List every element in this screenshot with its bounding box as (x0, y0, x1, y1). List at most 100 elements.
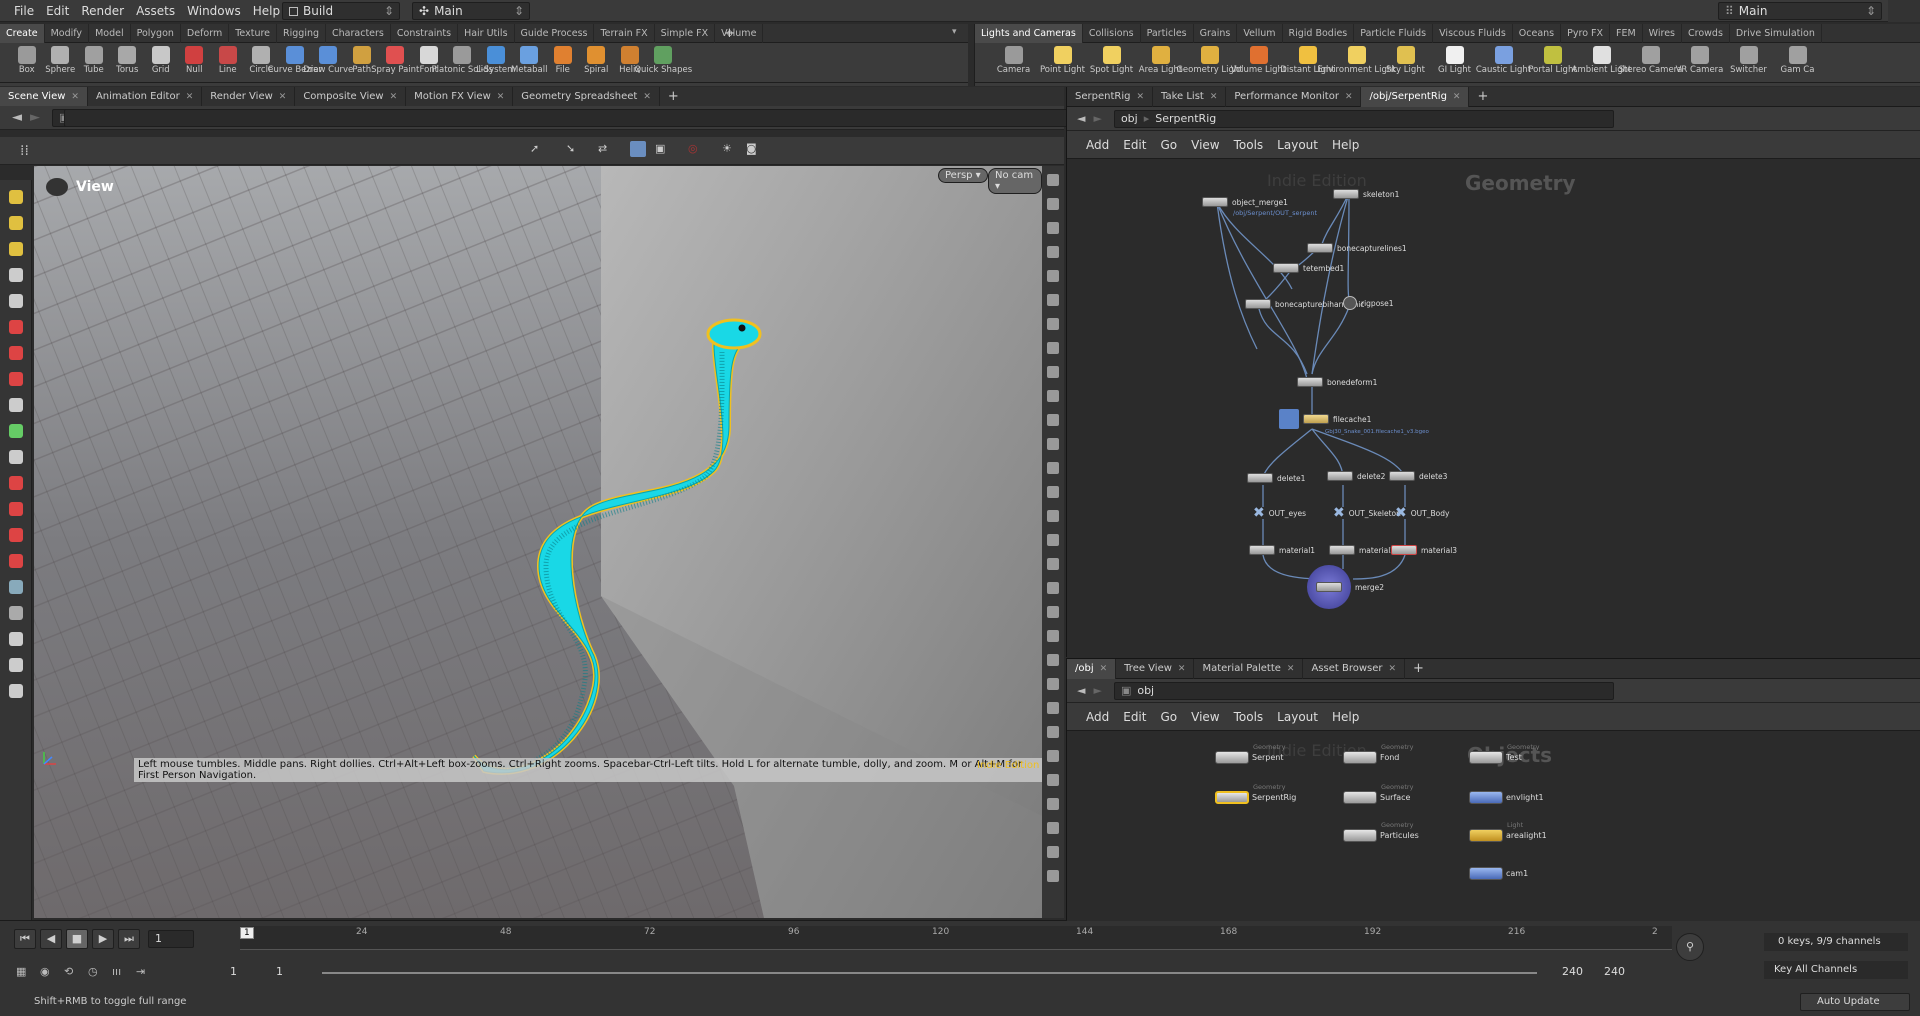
shelf-tab-13[interactable]: Drive Simulation (1730, 23, 1822, 43)
pane-tab-2[interactable]: Performance Monitor ✕ (1226, 86, 1362, 107)
tool-icon[interactable] (9, 554, 23, 568)
desktop-dropdown[interactable]: Build ⇕ (282, 2, 400, 20)
tool-icon[interactable] (9, 658, 23, 672)
pane-tab-1[interactable]: Animation Editor ✕ (88, 86, 203, 107)
shelf-tab-6[interactable]: Rigging (277, 23, 327, 43)
shelf-tab-9[interactable]: Pyro FX (1561, 23, 1610, 43)
display-option-icon[interactable] (1047, 414, 1059, 426)
node-tetembed1[interactable]: tetembed1 (1273, 263, 1344, 273)
shelf-tab-2[interactable]: Model (89, 23, 131, 43)
tool-icon[interactable] (9, 268, 23, 282)
object-node-particules[interactable]: Particules Geometry (1343, 821, 1419, 842)
tool-file[interactable]: File (546, 43, 580, 83)
tool-quick-shapes[interactable]: Quick Shapes (634, 43, 692, 83)
pane-tab-0[interactable]: SerpentRig ✕ (1067, 86, 1153, 107)
close-tab-icon[interactable]: ✕ (497, 87, 505, 107)
display-option-icon[interactable] (1047, 726, 1059, 738)
shelf-tab-7[interactable]: Characters (326, 23, 391, 43)
node-delete2[interactable]: delete2 (1327, 471, 1385, 481)
pane-tab-0[interactable]: /obj ✕ (1067, 658, 1117, 679)
context-dropdown[interactable]: ✣ Main ⇕ (412, 2, 530, 20)
object-node-arealight1[interactable]: arealight1 Light (1469, 821, 1547, 842)
tool-spray-paint[interactable]: Spray Paint (371, 43, 419, 83)
network-top-path[interactable]: obj ▸ SerpentRig (1113, 109, 1614, 128)
menu-view[interactable]: View (1184, 705, 1226, 729)
network-canvas[interactable]: Indie Edition Geometry object_merge1 /ob… (1067, 159, 1920, 657)
audio-icon[interactable]: ◉ (40, 965, 58, 978)
tool-helix[interactable]: Helix (613, 43, 647, 83)
shelf-tab-9[interactable]: Hair Utils (458, 23, 515, 43)
stop-icon[interactable]: ■ (66, 929, 88, 949)
shelf-add-tab-icon[interactable]: + (724, 26, 735, 41)
shelf-tab-3[interactable]: Polygon (131, 23, 181, 43)
tool-caustic-light[interactable]: Caustic Light (1476, 43, 1531, 83)
display-option-icon[interactable] (1047, 318, 1059, 330)
persp-menu[interactable]: Persp ▾ (938, 168, 988, 183)
pane-tab-5[interactable]: Geometry Spreadsheet ✕ (513, 86, 660, 107)
cam-menu[interactable]: No cam ▾ (988, 168, 1042, 194)
display-option-icon[interactable] (1047, 582, 1059, 594)
back-arrow-icon[interactable]: ◄ (1077, 684, 1085, 697)
first-frame-icon[interactable]: ⏮ (14, 929, 36, 949)
shelf-tab-0[interactable]: Lights and Cameras (975, 23, 1083, 43)
close-tab-icon[interactable]: ✕ (1210, 87, 1218, 107)
shelf-tab-10[interactable]: Guide Process (515, 23, 595, 43)
tool-icon[interactable] (9, 294, 23, 308)
display-option-icon[interactable] (1047, 774, 1059, 786)
node-out-skeleton[interactable]: ✖ OUT_Skeleton (1333, 505, 1401, 521)
range-end-2[interactable]: 240 (1589, 965, 1625, 978)
node-skeleton1[interactable]: skeleton1 (1333, 189, 1399, 199)
tool-stereo-camera[interactable]: Stereo Camera (1619, 43, 1682, 83)
shelf-tab-11[interactable]: Wires (1643, 23, 1682, 43)
menu-tools[interactable]: Tools (1227, 705, 1271, 729)
pane-tab-0[interactable]: Scene View ✕ (0, 86, 88, 107)
menu-go[interactable]: Go (1153, 705, 1184, 729)
select-icon[interactable]: ➚ (530, 142, 539, 155)
tool-box[interactable]: Box (10, 43, 44, 83)
display-option-icon[interactable] (1047, 198, 1059, 210)
tool-sphere[interactable]: Sphere (44, 43, 78, 83)
menu-help[interactable]: Help (1325, 133, 1366, 157)
tool-line[interactable]: Line (211, 43, 245, 83)
display-option-icon[interactable] (1047, 678, 1059, 690)
node-delete1[interactable]: delete1 (1247, 473, 1305, 483)
shelf-tab-4[interactable]: Deform (181, 23, 230, 43)
tool-vr-camera[interactable]: VR Camera (1675, 43, 1724, 83)
display-option-icon[interactable] (1047, 534, 1059, 546)
key-tool-icon[interactable]: ⚲ (1676, 933, 1704, 961)
display-option-icon[interactable] (1047, 438, 1059, 450)
range-start[interactable]: 1 (230, 965, 270, 978)
close-tab-icon[interactable]: ✕ (1453, 87, 1461, 107)
shelf-tab-8[interactable]: Constraints (391, 23, 459, 43)
scene-viewport[interactable]: View Persp ▾ No cam ▾ Left mouse tumbles… (34, 166, 1042, 918)
shelf-tab-12[interactable]: Simple FX (655, 23, 716, 43)
object-node-serpent[interactable]: Serpent Geometry (1215, 743, 1285, 764)
node-bonecapturelines1[interactable]: bonecapturelines1 (1307, 243, 1407, 253)
tool-curve-bezier[interactable]: Curve Bezier (268, 43, 322, 83)
tool-distant-light[interactable]: Distant Light (1280, 43, 1335, 83)
forward-arrow-icon[interactable]: ► (1093, 112, 1101, 125)
tool-font[interactable]: Font (412, 43, 446, 83)
tool-icon[interactable] (9, 216, 23, 230)
object-node-envlight1[interactable]: envlight1 (1469, 791, 1544, 804)
menu-layout[interactable]: Layout (1270, 705, 1325, 729)
tool-volume-light[interactable]: Volume Light (1231, 43, 1286, 83)
range-slider[interactable] (322, 971, 1537, 974)
tool-ambient-light[interactable]: Ambient Light (1572, 43, 1631, 83)
tool-icon[interactable] (9, 424, 23, 438)
shelf-tab-6[interactable]: Particle Fluids (1354, 23, 1434, 43)
tool-gi-light[interactable]: GI Light (1430, 43, 1479, 83)
close-tab-icon[interactable]: ✕ (1287, 659, 1295, 679)
auto-update-button[interactable]: Auto Update (1800, 993, 1910, 1011)
last-frame-icon[interactable]: ⏭ (118, 929, 140, 949)
menu-add[interactable]: Add (1079, 705, 1116, 729)
close-tab-icon[interactable]: ✕ (643, 87, 651, 107)
node-material2[interactable]: material2 (1329, 545, 1395, 555)
display-option-icon[interactable] (1047, 366, 1059, 378)
shelf-tab-1[interactable]: Collisions (1083, 23, 1141, 43)
forward-arrow-icon[interactable]: ► (1093, 684, 1101, 697)
menu-tools[interactable]: Tools (1227, 133, 1271, 157)
snap-icon[interactable] (630, 141, 646, 157)
play-back-icon[interactable]: ◀ (40, 929, 62, 949)
play-forward-icon[interactable]: ▶ (92, 929, 114, 949)
